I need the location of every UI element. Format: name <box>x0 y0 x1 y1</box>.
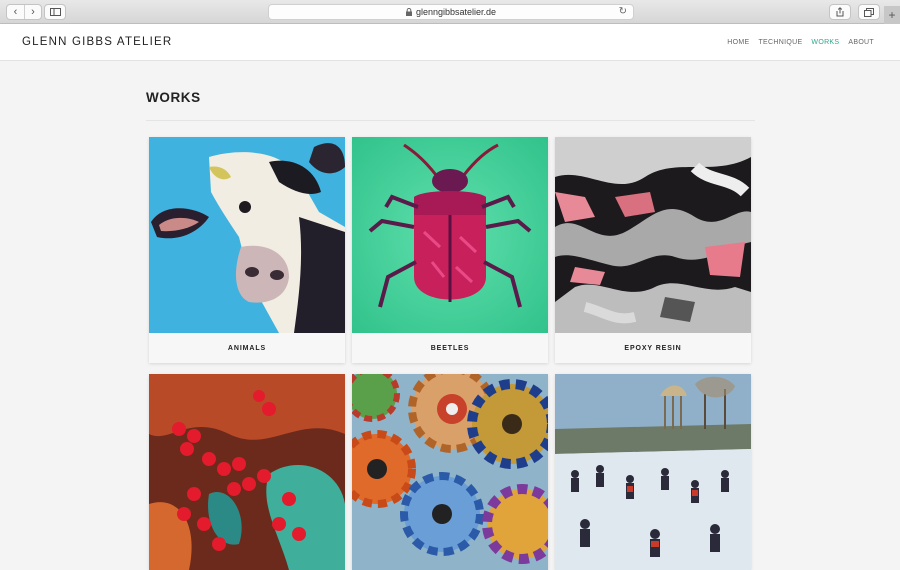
nav-technique[interactable]: TECHNIQUE <box>758 39 802 46</box>
chevron-right-icon: › <box>31 6 35 18</box>
gears-painting-image[interactable] <box>352 374 548 570</box>
back-button[interactable]: ‹ <box>7 5 24 19</box>
red-berries-painting-image[interactable] <box>149 374 345 570</box>
beetle-painting-image[interactable] <box>352 137 548 333</box>
share-icon <box>836 7 844 17</box>
gallery-card-skaters[interactable] <box>555 374 751 570</box>
forward-button[interactable]: › <box>24 5 41 19</box>
history-buttons: ‹ › <box>6 4 42 20</box>
chevron-left-icon: ‹ <box>13 6 18 18</box>
browser-toolbar: ‹ › glenngibbsatelier.de ↻ + <box>0 0 900 24</box>
plus-icon: + <box>888 8 896 22</box>
gallery-card-label[interactable]: ANIMALS <box>149 333 345 363</box>
gallery-card-gears[interactable] <box>352 374 548 570</box>
site-logo[interactable]: GLENN GIBBS ATELIER <box>22 36 172 48</box>
gallery-card-beetles[interactable]: BEETLES <box>352 137 548 363</box>
nav-works[interactable]: WORKS <box>811 39 839 46</box>
gallery-card-berries[interactable] <box>149 374 345 570</box>
new-tab-button[interactable]: + <box>884 6 900 24</box>
abstract-resin-painting-image[interactable] <box>555 137 751 333</box>
gallery-card-animals[interactable]: ANIMALS <box>149 137 345 363</box>
ice-skaters-painting-image[interactable] <box>555 374 751 570</box>
main-nav: HOME TECHNIQUE WORKS ABOUT <box>727 39 874 46</box>
nav-about[interactable]: ABOUT <box>848 39 874 46</box>
gallery-card-label[interactable]: BEETLES <box>352 333 548 363</box>
cow-painting-image[interactable] <box>149 137 345 333</box>
site-header: GLENN GIBBS ATELIER HOME TECHNIQUE WORKS… <box>0 24 900 61</box>
url-text: glenngibbsatelier.de <box>415 7 497 17</box>
lock-icon <box>405 8 412 16</box>
nav-home[interactable]: HOME <box>727 39 749 46</box>
show-tabs-button[interactable] <box>858 4 880 20</box>
sidebar-icon <box>49 8 61 16</box>
address-bar[interactable]: glenngibbsatelier.de ↻ <box>268 4 634 20</box>
tabs-icon <box>864 7 874 17</box>
page-title: WORKS <box>146 90 201 105</box>
reload-icon[interactable]: ↻ <box>619 6 627 17</box>
divider <box>146 120 755 121</box>
share-button[interactable] <box>829 4 851 20</box>
gallery-card-label[interactable]: EPOXY RESIN <box>555 333 751 363</box>
sidebar-toggle-button[interactable] <box>44 4 66 20</box>
gallery-card-epoxy-resin[interactable]: EPOXY RESIN <box>555 137 751 363</box>
